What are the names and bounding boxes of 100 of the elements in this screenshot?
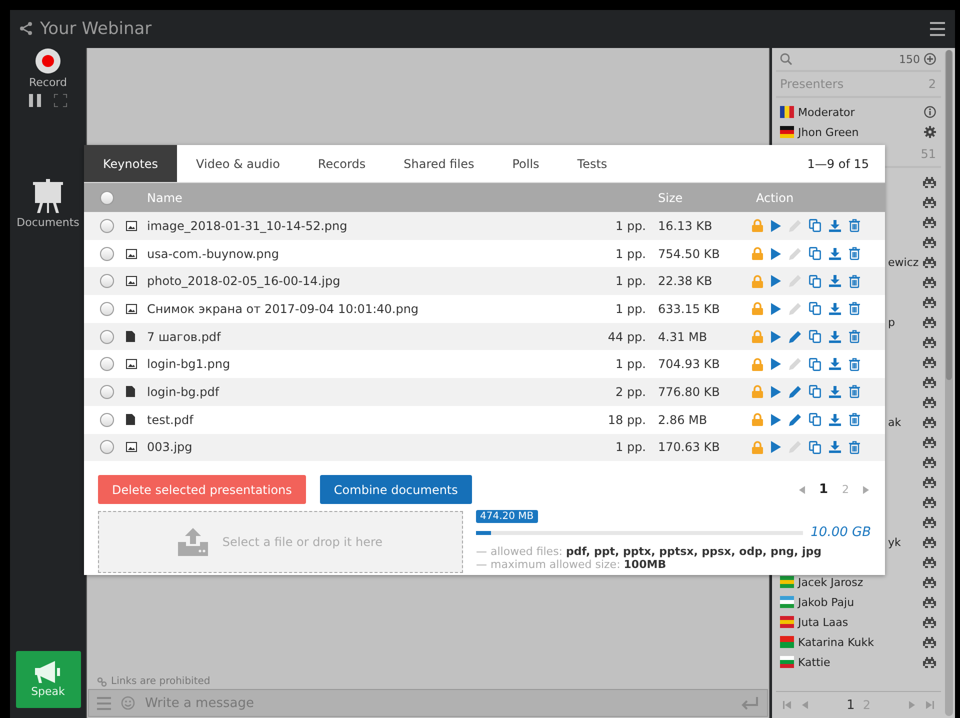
trash-icon[interactable] (849, 413, 860, 426)
total-storage: 10.00 GB (810, 525, 871, 540)
participant-name[interactable]: Moderator (798, 106, 920, 118)
file-size: 776.80 KB (658, 384, 721, 399)
message-field[interactable]: Write a message (88, 689, 768, 717)
download-icon[interactable] (829, 441, 841, 454)
page-link[interactable]: 1 (846, 698, 855, 712)
file-name: 003.jpg (147, 440, 194, 454)
trash-icon[interactable] (849, 219, 860, 232)
download-icon[interactable] (829, 275, 841, 288)
flag-icon (780, 106, 794, 118)
pencil-icon[interactable] (789, 414, 801, 426)
document-icon (126, 331, 135, 342)
download-icon[interactable] (829, 220, 841, 232)
tab[interactable]: Tests (558, 145, 626, 182)
copy-icon[interactable] (809, 247, 821, 260)
documents-button[interactable]: Documents (16, 179, 80, 229)
trash-icon[interactable] (849, 385, 860, 398)
file-size: 633.15 KB (658, 302, 721, 316)
participant-name[interactable]: ewicz (888, 256, 919, 268)
search-icon[interactable] (780, 53, 792, 65)
alien-icon (923, 256, 936, 268)
participant-name[interactable]: Kattie (798, 656, 919, 668)
next-icon[interactable] (863, 486, 869, 494)
gear-icon[interactable] (924, 126, 936, 138)
download-icon[interactable] (829, 302, 841, 315)
copy-icon[interactable] (809, 330, 821, 344)
download-icon[interactable] (829, 248, 841, 260)
add-icon[interactable] (924, 53, 936, 65)
download-icon[interactable] (829, 330, 841, 343)
copy-icon[interactable] (809, 440, 821, 454)
row-checkbox[interactable] (100, 384, 114, 399)
section-title: Presenters (780, 77, 844, 91)
alien-icon (923, 216, 936, 228)
row-checkbox[interactable] (100, 357, 114, 372)
select-all-checkbox[interactable] (100, 190, 114, 204)
row-checkbox[interactable] (100, 218, 114, 233)
row-checkbox[interactable] (100, 330, 114, 344)
trash-icon[interactable] (849, 358, 860, 371)
tab[interactable]: Polls (493, 145, 558, 182)
image-icon (126, 304, 137, 314)
page-count: 1 pp. (614, 218, 647, 233)
copy-icon[interactable] (809, 219, 821, 232)
message-input[interactable]: Write a message (145, 696, 731, 710)
participant-name[interactable]: yk (888, 536, 901, 548)
info-icon[interactable] (924, 106, 936, 118)
combine-button[interactable]: Combine documents (320, 475, 472, 504)
participant-name[interactable]: Jhon Green (798, 126, 920, 138)
alien-icon (923, 236, 936, 248)
tab[interactable]: Video & audio (177, 145, 299, 182)
participant-name[interactable]: Jacek Jarosz (798, 576, 919, 588)
row-checkbox[interactable] (100, 274, 114, 288)
row-checkbox[interactable] (100, 302, 114, 316)
row-checkbox[interactable] (100, 440, 114, 454)
download-icon[interactable] (829, 358, 841, 370)
previous-icon[interactable] (798, 486, 805, 494)
file-size: 2.86 MB (658, 412, 708, 427)
tab[interactable]: Keynotes (84, 145, 178, 182)
alien-icon (923, 536, 936, 548)
participant-name[interactable]: p (888, 316, 895, 328)
section-count: 51 (920, 147, 936, 161)
copy-icon[interactable] (809, 302, 821, 316)
download-icon[interactable] (829, 414, 841, 426)
file-size: 16.13 KB (658, 218, 714, 233)
trash-icon[interactable] (849, 302, 860, 316)
alien-icon (923, 396, 936, 408)
image-icon (126, 276, 137, 286)
copy-icon[interactable] (809, 413, 821, 426)
alien-icon (923, 556, 936, 568)
pause-icon[interactable] (29, 94, 41, 107)
flag-icon (780, 576, 794, 588)
scrollbar-thumb[interactable] (946, 50, 952, 380)
alien-icon (923, 436, 936, 448)
download-icon[interactable] (829, 386, 841, 398)
tab[interactable]: Records (298, 145, 385, 182)
copy-icon[interactable] (809, 358, 821, 371)
megaphone-icon (35, 661, 61, 683)
trash-icon[interactable] (849, 440, 860, 454)
trash-icon[interactable] (849, 330, 860, 344)
pencil-icon[interactable] (789, 330, 801, 343)
window-title: Your Webinar (40, 18, 153, 38)
row-checkbox[interactable] (100, 412, 114, 427)
trash-icon[interactable] (849, 274, 860, 288)
copy-icon[interactable] (809, 385, 821, 398)
tab[interactable]: Shared files (384, 145, 494, 182)
record-button[interactable]: Record (28, 48, 67, 89)
participant-name[interactable]: ak (888, 416, 902, 428)
row-checkbox[interactable] (100, 246, 114, 261)
participant-name[interactable]: Jakob Paju (798, 596, 919, 608)
copy-icon[interactable] (809, 274, 821, 288)
upload-note: — maximum allowed size: 100MB (476, 558, 668, 572)
alien-icon (923, 456, 936, 468)
participant-name[interactable]: Katarina Kukk (798, 636, 919, 648)
page-count: 44 pp. (606, 330, 647, 344)
link-icon (97, 676, 107, 686)
participant-name[interactable]: Juta Laas (798, 616, 919, 628)
fullscreen-icon[interactable] (54, 94, 67, 107)
trash-icon[interactable] (849, 247, 860, 260)
page-link[interactable]: 1 (818, 482, 828, 498)
pencil-icon[interactable] (789, 386, 801, 398)
